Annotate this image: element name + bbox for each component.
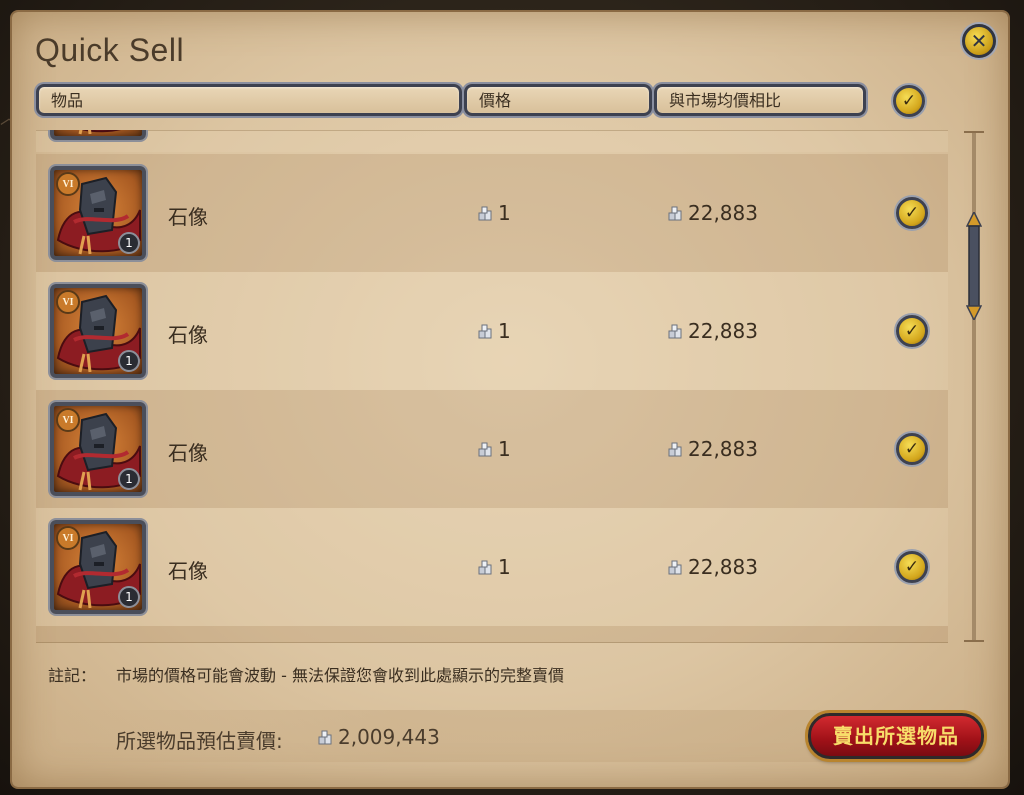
note-label: 註記： bbox=[48, 666, 97, 685]
row-checkbox[interactable]: ✓ bbox=[896, 197, 928, 229]
row-checkbox[interactable]: ✓ bbox=[896, 433, 928, 465]
silver-coins-icon bbox=[478, 560, 492, 575]
quantity-badge: 1 bbox=[118, 232, 140, 254]
scrollbar-thumb[interactable] bbox=[966, 212, 982, 320]
silver-coins-icon bbox=[318, 730, 332, 745]
total-value: 2,009,443 bbox=[318, 725, 440, 749]
market-compare-cell: 22,883 bbox=[668, 555, 758, 579]
price-value: 1 bbox=[498, 437, 511, 461]
market-price-value: 22,883 bbox=[688, 201, 758, 225]
quantity-badge: 1 bbox=[118, 350, 140, 372]
total-label: 所選物品預估賣價: bbox=[116, 729, 283, 753]
dialog-title: Quick Sell bbox=[35, 32, 185, 68]
item-name: 石像 bbox=[168, 323, 208, 347]
stone-statue-icon[interactable]: VI 1 bbox=[50, 520, 146, 614]
market-price-value: 22,883 bbox=[688, 319, 758, 343]
market-price-value: 22,883 bbox=[688, 437, 758, 461]
quantity-badge: 1 bbox=[118, 468, 140, 490]
table-row[interactable]: VI 1 石像 1 22,883 ✓ bbox=[36, 154, 948, 272]
checkmark-icon: ✓ bbox=[904, 438, 920, 459]
close-icon: ✕ bbox=[970, 29, 988, 53]
table-row[interactable]: VI 1 石像 1 22,883 ✓ bbox=[36, 508, 948, 626]
silver-coins-icon bbox=[668, 560, 682, 575]
scrollbar-track[interactable] bbox=[972, 132, 976, 640]
stone-statue-icon[interactable]: VI 1 bbox=[50, 284, 146, 378]
price-value: 1 bbox=[498, 201, 511, 225]
market-price-value: 22,883 bbox=[688, 555, 758, 579]
item-name: 石像 bbox=[168, 441, 208, 465]
table-row[interactable]: VI 1 石像 1 22,883 ✓ bbox=[36, 390, 948, 508]
row-checkbox[interactable]: ✓ bbox=[896, 315, 928, 347]
price-value: 1 bbox=[498, 319, 511, 343]
stone-statue-icon[interactable]: VI 1 bbox=[50, 402, 146, 496]
price-cell: 1 bbox=[478, 555, 511, 579]
checkmark-icon: ✓ bbox=[901, 90, 917, 111]
silver-coins-icon bbox=[478, 442, 492, 457]
stone-statue-icon bbox=[50, 130, 146, 140]
silver-coins-icon bbox=[668, 206, 682, 221]
tier-badge: VI bbox=[56, 290, 80, 314]
stone-statue-icon[interactable]: VI 1 bbox=[50, 166, 146, 260]
total-amount: 2,009,443 bbox=[338, 725, 440, 749]
item-name: 石像 bbox=[168, 559, 208, 583]
table-row-partial bbox=[36, 130, 948, 152]
item-name: 石像 bbox=[168, 205, 208, 229]
table-row[interactable]: VI 1 石像 1 22,883 ✓ bbox=[36, 272, 948, 390]
column-header-market-compare[interactable]: 與市場均價相比 bbox=[654, 84, 866, 116]
price-value: 1 bbox=[498, 555, 511, 579]
tier-badge: VI bbox=[56, 408, 80, 432]
price-cell: 1 bbox=[478, 201, 511, 225]
close-button[interactable]: ✕ bbox=[962, 24, 996, 58]
table-row-partial bbox=[36, 626, 948, 642]
silver-coins-icon bbox=[478, 324, 492, 339]
scrollbar-cap-bottom bbox=[964, 640, 984, 642]
quantity-badge: 1 bbox=[118, 586, 140, 608]
checkmark-icon: ✓ bbox=[904, 202, 920, 223]
silver-coins-icon bbox=[668, 442, 682, 457]
silver-coins-icon bbox=[668, 324, 682, 339]
row-checkbox[interactable]: ✓ bbox=[896, 551, 928, 583]
checkmark-icon: ✓ bbox=[904, 320, 920, 341]
column-header-price[interactable]: 價格 bbox=[464, 84, 652, 116]
statue-artwork bbox=[78, 130, 121, 135]
column-header-item[interactable]: 物品 bbox=[36, 84, 462, 116]
market-compare-cell: 22,883 bbox=[668, 319, 758, 343]
checkmark-icon: ✓ bbox=[904, 556, 920, 577]
tier-badge: VI bbox=[56, 526, 80, 550]
list-bottom-divider bbox=[36, 642, 948, 643]
item-list[interactable]: VI 1 石像 1 22,883 ✓ VI 1 石像 1 22,883 ✓ VI 1 石像 1 22,883… bbox=[36, 130, 948, 642]
tier-badge: VI bbox=[56, 172, 80, 196]
price-cell: 1 bbox=[478, 319, 511, 343]
market-compare-cell: 22,883 bbox=[668, 437, 758, 461]
note-text: 市場的價格可能會波動 - 無法保證您會收到此處顯示的完整賣價 bbox=[116, 666, 564, 685]
sell-selected-button[interactable]: 賣出所選物品 bbox=[808, 713, 984, 759]
price-cell: 1 bbox=[478, 437, 511, 461]
select-all-checkbox[interactable]: ✓ bbox=[893, 85, 925, 117]
scrollbar-cap-top bbox=[964, 131, 984, 133]
market-compare-cell: 22,883 bbox=[668, 201, 758, 225]
silver-coins-icon bbox=[478, 206, 492, 221]
